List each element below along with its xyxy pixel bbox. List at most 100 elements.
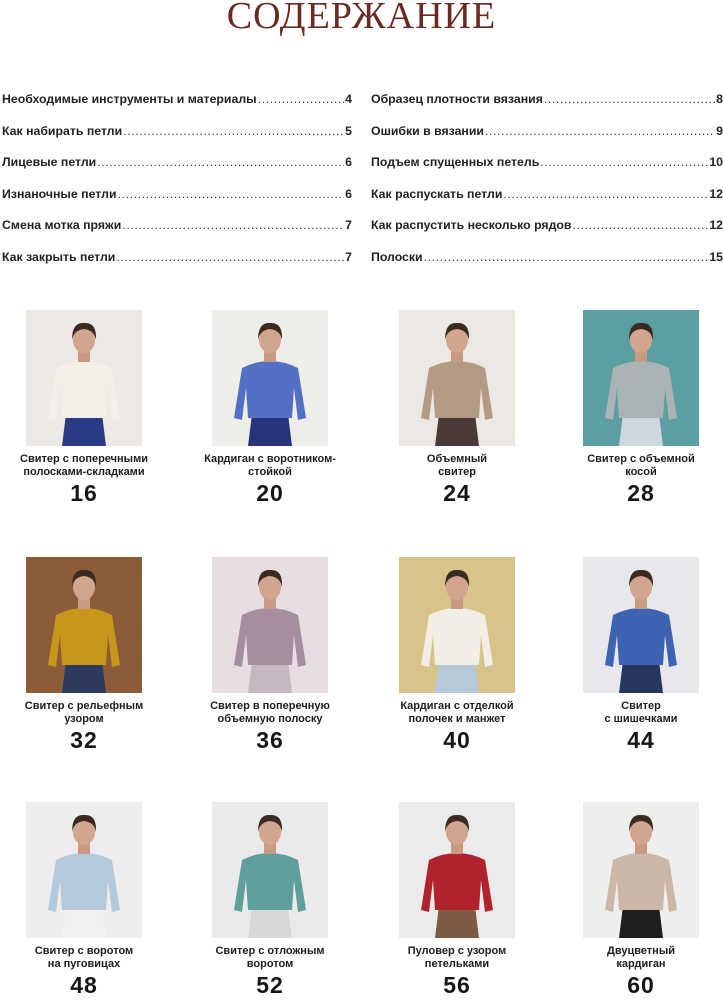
project-card[interactable]: Кардиган с воротником- стойкой 20 xyxy=(180,310,360,507)
project-title: Свитер в поперечную объемную полоску xyxy=(210,700,330,725)
project-photo xyxy=(399,310,515,446)
toc-leader-dots xyxy=(122,218,344,232)
toc-entry[interactable]: Как закрыть петли 7 xyxy=(2,250,352,282)
model-illustration xyxy=(399,802,515,938)
model-illustration xyxy=(212,310,328,446)
project-photo xyxy=(26,557,142,693)
toc-right-column: Образец плотности вязания 8 Ошибки в вяза… xyxy=(371,92,723,282)
model-illustration xyxy=(399,557,515,693)
model-illustration xyxy=(26,802,142,938)
project-page-number: 52 xyxy=(256,972,284,998)
project-card[interactable]: Свитер с объемной косой 28 xyxy=(551,310,723,507)
trousers xyxy=(619,906,663,938)
toc-leader-dots xyxy=(572,218,708,232)
toc-entry-page: 7 xyxy=(345,249,352,264)
toc-leader-dots xyxy=(485,124,715,138)
toc-entry[interactable]: Как набирать петли 5 xyxy=(2,124,352,156)
toc-entry-page: 12 xyxy=(709,218,723,233)
project-page-number: 28 xyxy=(627,480,655,506)
toc-leader-dots xyxy=(123,124,344,138)
project-photo xyxy=(212,802,328,938)
trousers xyxy=(248,906,292,938)
toc-entry-page: 8 xyxy=(716,92,723,106)
model-illustration xyxy=(583,310,699,446)
project-title: Кардиган с воротником- стойкой xyxy=(204,453,336,478)
project-title: Двуцветный кардиган xyxy=(607,945,675,970)
toc-entry[interactable]: Необходимые инструменты и материалы 4 xyxy=(2,92,352,124)
project-photo xyxy=(399,802,515,938)
project-page-number: 24 xyxy=(443,480,471,506)
toc-entry-page: 4 xyxy=(345,92,352,106)
model-illustration xyxy=(399,310,515,446)
toc-entry[interactable]: Лицевые петли 6 xyxy=(2,155,352,187)
project-photo xyxy=(212,557,328,693)
project-card[interactable]: Двуцветный кардиган 60 xyxy=(551,802,723,999)
toc-leader-dots xyxy=(540,155,708,169)
project-page-number: 32 xyxy=(70,727,98,753)
toc-entry-title: Необходимые инструменты и материалы xyxy=(2,92,257,106)
toc-entry[interactable]: Полоски 15 xyxy=(371,250,723,282)
toc-leader-dots xyxy=(544,92,715,106)
project-photo xyxy=(583,310,699,446)
project-page-number: 60 xyxy=(627,972,655,998)
project-title: Свитер с рельефным узором xyxy=(24,700,144,725)
toc-entry-title: Как распускать петли xyxy=(371,186,503,201)
project-card[interactable]: Кардиган с отделкой полочек и манжет 40 xyxy=(367,557,547,754)
toc-entry[interactable]: Образец плотности вязания 8 xyxy=(371,92,723,124)
project-card[interactable]: Свитер с рельефным узором 32 xyxy=(0,557,174,754)
toc-entry-page: 15 xyxy=(709,249,723,264)
toc-entry-title: Ошибки в вязании xyxy=(371,123,484,138)
toc-entry-title: Лицевые петли xyxy=(2,155,97,170)
project-page-number: 36 xyxy=(256,727,284,753)
project-title: Свитер с поперечными полосками-складками xyxy=(20,453,148,478)
project-title: Свитер с объемной косой xyxy=(587,453,695,478)
project-card[interactable]: Свитер с поперечными полосками-складками… xyxy=(0,310,174,507)
toc-entry-title: Смена мотка пряжи xyxy=(2,218,122,233)
project-card[interactable]: Пуловер с узором петельками 56 xyxy=(367,802,547,999)
trousers xyxy=(619,414,663,446)
trousers xyxy=(62,414,106,446)
trousers xyxy=(248,414,292,446)
project-title: Свитер с воротом на пуговицах xyxy=(34,945,134,970)
trousers xyxy=(248,661,292,693)
project-photo xyxy=(583,557,699,693)
project-page-number: 56 xyxy=(443,972,471,998)
toc-entry[interactable]: Как распустить несколько рядов 12 xyxy=(371,218,723,250)
project-page-number: 48 xyxy=(70,972,98,998)
toc-leader-dots xyxy=(97,155,344,169)
toc-entry-title: Образец плотности вязания xyxy=(371,92,543,106)
toc-entry-page: 5 xyxy=(345,123,352,138)
project-page-number: 44 xyxy=(627,727,655,753)
toc-entry-page: 9 xyxy=(716,123,723,138)
toc-entry-title: Полоски xyxy=(371,249,423,264)
project-card[interactable]: Свитер с воротом на пуговицах 48 xyxy=(0,802,174,999)
toc-entry[interactable]: Подъем спущенных петель 10 xyxy=(371,155,723,187)
toc-entry[interactable]: Ошибки в вязании 9 xyxy=(371,124,723,156)
toc-entry[interactable]: Как распускать петли 12 xyxy=(371,187,723,219)
toc-entry-page: 10 xyxy=(709,155,723,170)
toc-entry-page: 6 xyxy=(345,186,352,201)
toc-leader-dots xyxy=(258,92,345,106)
project-card[interactable]: Объемный свитер 24 xyxy=(367,310,547,507)
model-illustration xyxy=(212,557,328,693)
toc-leader-dots xyxy=(116,250,344,264)
model-illustration xyxy=(583,802,699,938)
model-illustration xyxy=(583,557,699,693)
toc-leader-dots xyxy=(503,187,708,201)
project-card[interactable]: Свитер с отложным воротом 52 xyxy=(180,802,360,999)
trousers xyxy=(619,661,663,693)
model-illustration xyxy=(212,802,328,938)
project-card[interactable]: Свитер в поперечную объемную полоску 36 xyxy=(180,557,360,754)
project-card[interactable]: Свитер с шишечками 44 xyxy=(551,557,723,754)
project-title: Свитер с отложным воротом xyxy=(215,945,325,970)
toc-entry[interactable]: Смена мотка пряжи 7 xyxy=(2,218,352,250)
project-page-number: 20 xyxy=(256,480,284,506)
trousers xyxy=(62,661,106,693)
toc-entry[interactable]: Изнаночные петли 6 xyxy=(2,187,352,219)
page-title: СОДЕРЖАНИЕ xyxy=(226,0,497,37)
toc-entry-page: 7 xyxy=(345,218,352,233)
project-photo xyxy=(399,557,515,693)
model-illustration xyxy=(26,310,142,446)
project-page-number: 16 xyxy=(70,480,98,506)
toc-entry-title: Как распустить несколько рядов xyxy=(371,218,572,233)
